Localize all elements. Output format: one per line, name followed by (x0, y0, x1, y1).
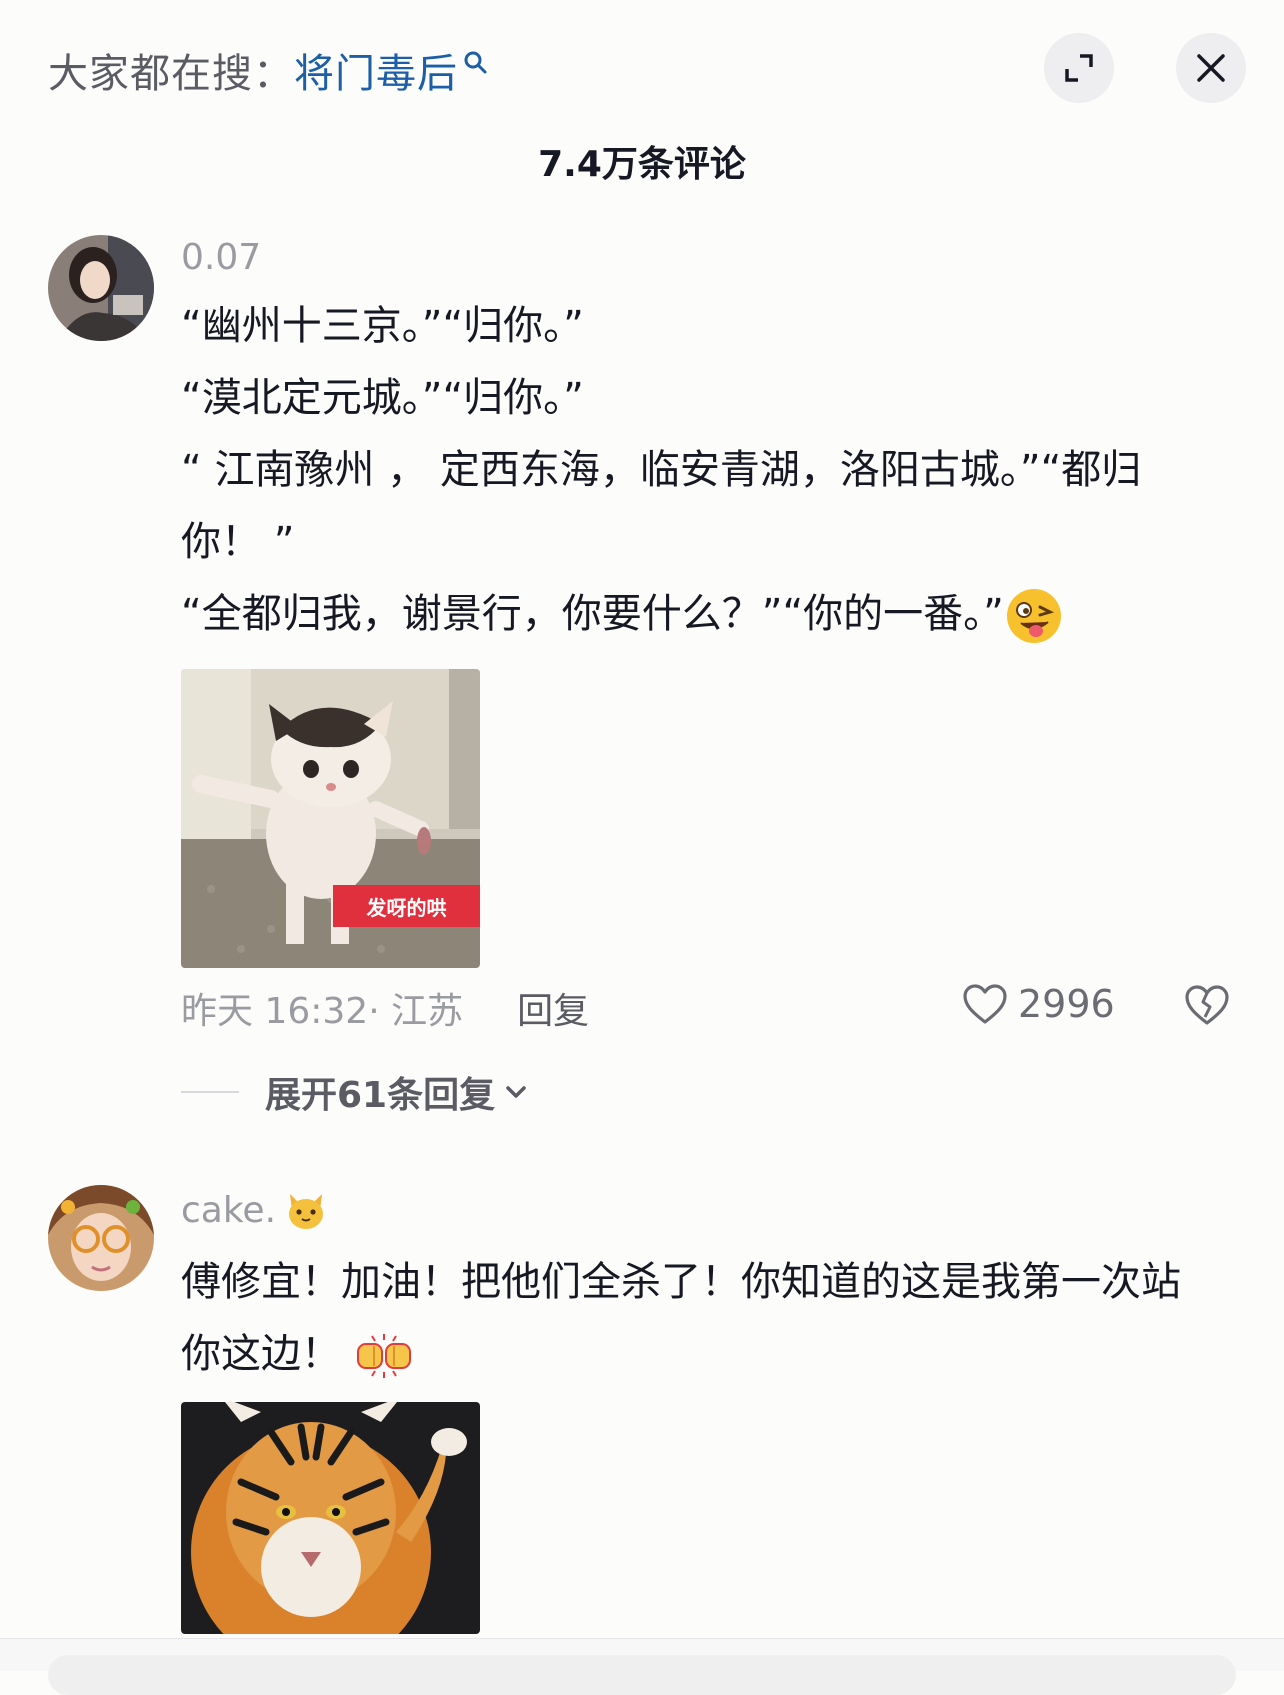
comment-line: 傅修宜！加油！把他们全杀了！你知道的这是我第一次站你这边！ (181, 1246, 1211, 1390)
comment-input-bar (0, 1638, 1284, 1695)
broken-heart-icon (1185, 985, 1229, 1025)
like-button[interactable]: 2996 (962, 982, 1115, 1026)
comment-username[interactable]: 0.07 (181, 237, 261, 278)
search-icon (464, 51, 487, 74)
comment-username[interactable]: cake. (181, 1188, 328, 1232)
sticker-image[interactable]: 毋庸 (181, 1402, 480, 1634)
fullscreen-button[interactable] (1044, 33, 1114, 103)
comment-meta: 昨天 16:32· 江苏 回复 (181, 982, 589, 1034)
expand-replies-button[interactable]: 展开61条回复 (181, 1066, 531, 1118)
comment-time-location: 昨天 16:32· 江苏 (181, 991, 464, 1032)
comment-input[interactable] (48, 1655, 1236, 1695)
comment-line: “ 江南豫州 ， 定西东海，临安青湖，洛阳古城。”“都归你！ ” (181, 447, 1142, 565)
reply-button[interactable]: 回复 (517, 982, 589, 1034)
divider (181, 1091, 239, 1093)
comment-panel: 大家都在搜： 将门毒后 7.4万条评论 0.07 “幽州十三京。”“归你。” “… (0, 0, 1284, 1695)
expand-replies-label: 展开61条回复 (265, 1075, 496, 1116)
close-icon (1197, 54, 1225, 82)
chevron-down-icon (506, 1086, 526, 1098)
dislike-button[interactable] (1184, 984, 1230, 1030)
comment-line: “漠北定元城。”“归你。” (181, 375, 584, 421)
comment-text: “幽州十三京。”“归你。” “漠北定元城。”“归你。” “ 江南豫州 ， 定西东… (181, 290, 1211, 650)
like-count: 2996 (1018, 982, 1115, 1026)
comment-line: “幽州十三京。”“归你。” (181, 303, 584, 349)
comment-line-text: 傅修宜！加油！把他们全杀了！你知道的这是我第一次站你这边！ (181, 1259, 1181, 1377)
username-text: cake. (181, 1189, 277, 1231)
comment-count-title: 7.4万条评论 (538, 144, 746, 185)
cat-face-emoji (289, 1194, 324, 1229)
search-suggestion[interactable]: 大家都在搜： 将门毒后 (48, 40, 490, 100)
sticker-image[interactable]: 发呀的哄 (181, 669, 480, 968)
sticker-caption: 发呀的哄 (333, 885, 480, 927)
comment-line: “全都归我，谢景行，你要什么？”“你的一番。” (181, 578, 1211, 650)
heart-icon (963, 984, 1007, 1024)
search-term-link[interactable]: 将门毒后 (294, 41, 458, 99)
wink-tongue-emoji (1006, 589, 1061, 643)
avatar[interactable] (48, 235, 154, 341)
search-prefix: 大家都在搜： (48, 51, 294, 97)
comment-text: 傅修宜！加油！把他们全杀了！你知道的这是我第一次站你这边！ (181, 1246, 1211, 1390)
comment-line-text: “全都归我，谢景行，你要什么？”“你的一番。” (181, 591, 1004, 637)
fist-bump-emoji (356, 1334, 411, 1378)
close-button[interactable] (1176, 33, 1246, 103)
expand-icon (1065, 54, 1093, 82)
avatar[interactable] (48, 1185, 154, 1291)
